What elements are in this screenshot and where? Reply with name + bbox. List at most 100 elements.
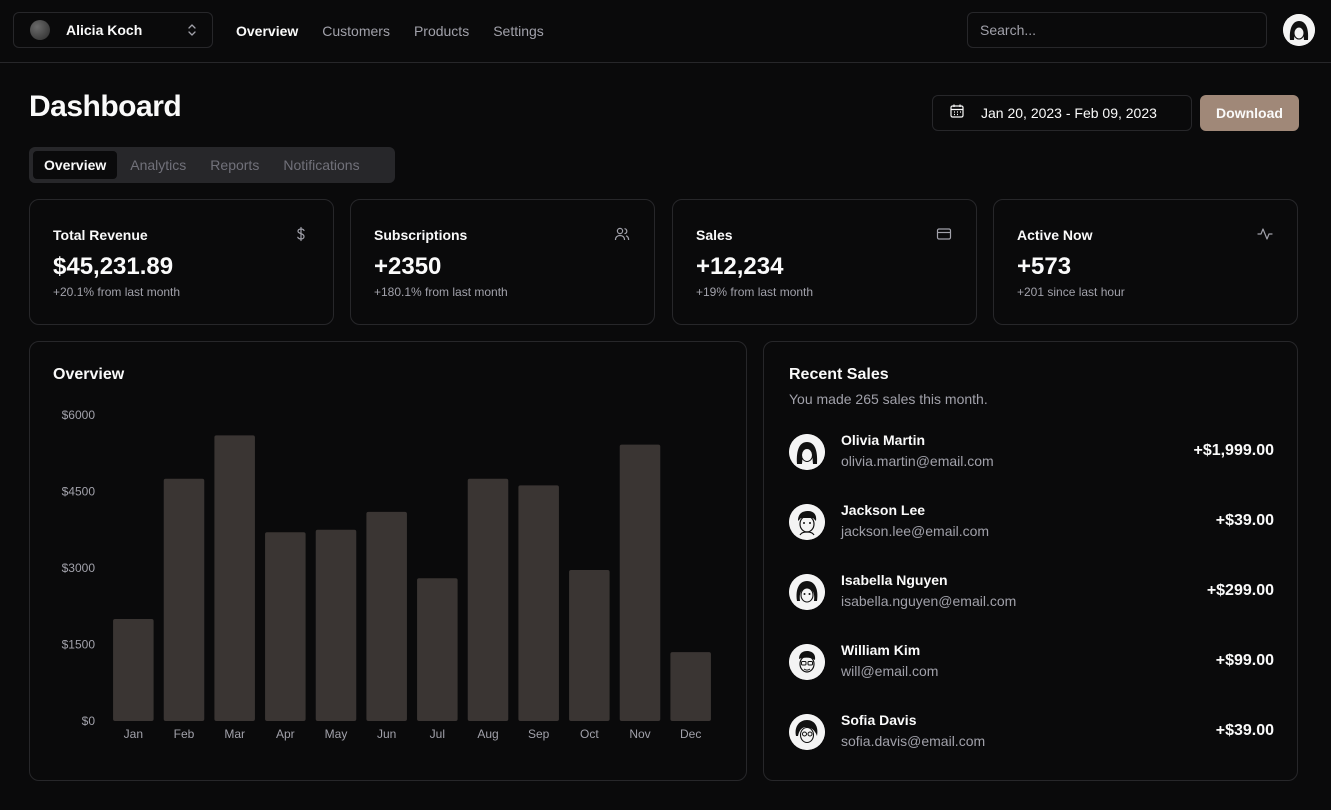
kpi-value: +12,234 [696,253,784,280]
download-button[interactable]: Download [1200,95,1299,131]
recent-sales-card: Recent Sales You made 265 sales this mon… [763,341,1298,781]
top-navigation-bar: Alicia Koch Overview Customers Products … [0,0,1331,63]
bar-jun[interactable] [366,511,407,721]
x-tick-label: Oct [580,727,599,741]
bar-jul[interactable] [417,578,458,721]
dollar-icon [293,226,309,242]
sale-row[interactable]: Jackson Lee jackson.lee@email.com +$39.0… [789,500,1274,546]
customer-name: Isabella Nguyen [841,572,948,588]
x-tick-label: Feb [174,727,195,741]
chevrons-up-down-icon [186,23,198,37]
customer-email: olivia.martin@email.com [841,453,994,469]
x-tick-label: Aug [477,727,498,741]
y-tick-label: $0 [82,714,96,728]
users-icon [614,226,630,242]
customer-avatar [789,644,825,680]
y-tick-label: $6000 [62,408,96,422]
bar-mar[interactable] [214,435,255,721]
overview-bar-chart: $0 $1500 $3000 $4500 $6000 Jan Feb Mar Apr May Jun… [62,408,711,741]
recent-sales-description: You made 265 sales this month. [789,391,988,407]
tab-notifications[interactable]: Notifications [272,151,370,179]
x-tick-label: Dec [680,727,701,741]
bar-sep[interactable] [518,485,559,721]
x-tick-label: Nov [629,727,650,741]
kpi-change: +20.1% from last month [53,285,181,299]
kpi-change: +180.1% from last month [374,285,508,299]
customer-avatar [789,574,825,610]
x-tick-label: Mar [224,727,245,741]
user-avatar[interactable] [1283,14,1315,46]
x-tick-label: May [325,727,348,741]
sale-amount: +$39.00 [1215,722,1274,739]
sale-row[interactable]: Olivia Martin olivia.martin@email.com +$… [789,430,1274,476]
tab-overview[interactable]: Overview [33,151,118,179]
bar-aug[interactable] [467,478,509,721]
bar-oct[interactable] [569,570,610,721]
credit-card-icon [936,226,952,242]
kpi-label: Total Revenue [53,227,148,243]
team-name: Alicia Koch [66,22,143,38]
customer-name: Sofia Davis [841,712,917,728]
customer-avatar [789,434,825,470]
y-tick-label: $4500 [62,485,96,499]
kpi-value: +2350 [374,253,442,280]
nav-customers[interactable]: Customers [322,23,390,39]
main-nav: Overview Customers Products Settings [236,0,544,62]
sale-row[interactable]: Sofia Davis sofia.davis@email.com +$39.0… [789,710,1274,756]
x-tick-label: Jul [430,727,445,741]
activity-icon [1257,226,1273,242]
x-tick-label: Sep [528,727,550,741]
customer-name: Jackson Lee [841,502,926,518]
sale-row[interactable]: William Kim will@email.com +$99.00 [789,640,1274,686]
bar-may[interactable] [315,529,357,721]
y-tick-label: $3000 [62,561,96,575]
y-tick-label: $1500 [62,638,96,652]
kpi-label: Active Now [1017,227,1093,243]
team-switcher[interactable]: Alicia Koch [13,12,213,48]
recent-sales-title: Recent Sales [789,366,889,383]
kpi-label: Sales [696,227,733,243]
bar-jan[interactable] [113,619,154,721]
nav-settings[interactable]: Settings [493,23,544,39]
x-tick-label: Jun [377,727,396,741]
date-range-text: Jan 20, 2023 - Feb 09, 2023 [981,105,1157,121]
bar-feb[interactable] [163,478,205,721]
x-tick-label: Apr [276,727,295,741]
customer-name: William Kim [841,642,921,658]
customer-email: jackson.lee@email.com [841,523,990,539]
tab-analytics[interactable]: Analytics [119,151,197,179]
bar-apr[interactable] [265,532,306,721]
kpi-change: +201 since last hour [1017,285,1125,299]
sale-amount: +$39.00 [1215,512,1274,529]
sale-amount: +$99.00 [1215,652,1274,669]
bar-dec[interactable] [670,652,711,721]
overview-chart-card: Overview $0 $1500 $3000 $4500 $6000 Jan Feb Mar… [29,341,747,781]
kpi-value: +573 [1017,253,1072,280]
calendar-icon [949,103,965,124]
team-avatar [30,20,50,40]
page-title: Dashboard [29,90,182,123]
customer-avatar [789,714,825,750]
kpi-value: $45,231.89 [53,253,174,280]
sale-amount: +$1,999.00 [1193,442,1274,459]
kpi-card-active-now: Active Now +573 +201 since last hour [993,199,1298,325]
search-input[interactable] [967,12,1267,48]
kpi-label: Subscriptions [374,227,468,243]
date-range-picker[interactable]: Jan 20, 2023 - Feb 09, 2023 [932,95,1192,131]
sale-row[interactable]: Isabella Nguyen isabella.nguyen@email.co… [789,570,1274,616]
sale-amount: +$299.00 [1206,582,1274,599]
dashboard-tabs: Overview Analytics Reports Notifications [29,147,395,183]
customer-email: isabella.nguyen@email.com [841,593,1017,609]
customer-avatar [789,504,825,540]
tab-reports[interactable]: Reports [199,151,270,179]
kpi-card-subscriptions: Subscriptions +2350 +180.1% from last mo… [350,199,655,325]
kpi-change: +19% from last month [696,285,814,299]
nav-products[interactable]: Products [414,23,469,39]
customer-email: will@email.com [841,663,939,679]
kpi-card-total-revenue: Total Revenue $45,231.89 +20.1% from las… [29,199,334,325]
customer-name: Olivia Martin [841,432,926,448]
bar-nov[interactable] [619,444,661,721]
customer-email: sofia.davis@email.com [841,733,986,749]
nav-overview[interactable]: Overview [236,23,298,39]
x-tick-label: Jan [124,727,143,741]
